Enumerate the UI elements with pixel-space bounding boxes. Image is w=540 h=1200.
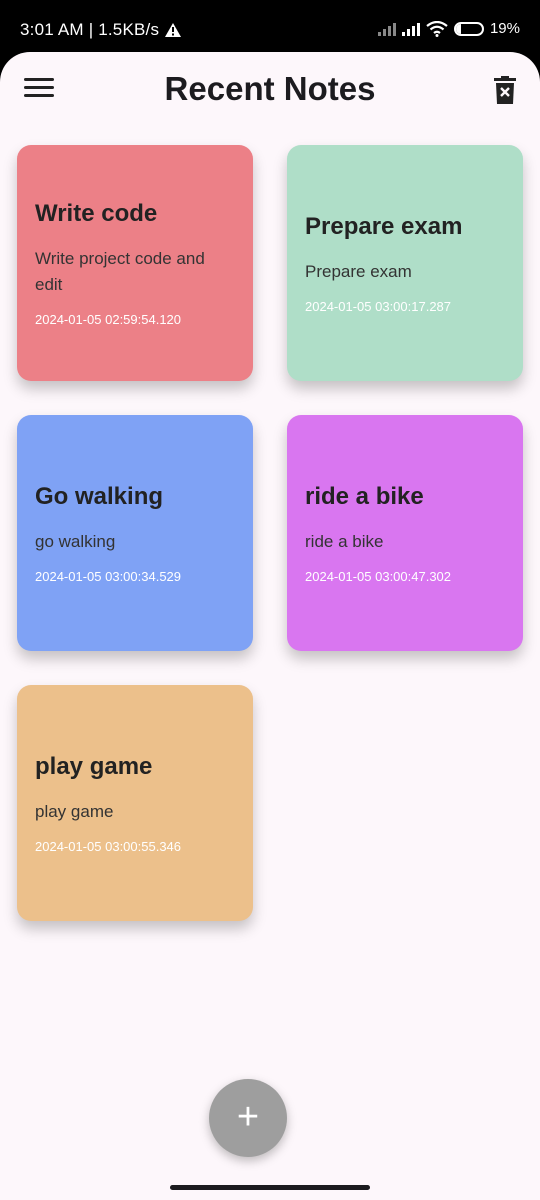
note-title: Go walking: [35, 482, 164, 510]
trash-icon[interactable]: [494, 76, 516, 104]
note-body: ride a bike: [305, 531, 384, 551]
signal-strength-icon-2: [401, 22, 420, 36]
note-timestamp: 2024-01-05 03:00:34.529: [35, 568, 182, 584]
note-timestamp: 2024-01-05 03:00:55.346: [35, 838, 182, 854]
add-note-button[interactable]: +: [209, 1079, 287, 1157]
note-card-prepare-exam[interactable]: Prepare exam Prepare exam 2024-01-05 03:…: [287, 145, 523, 381]
note-timestamp: 2024-01-05 03:00:47.302: [305, 568, 452, 584]
note-timestamp: 2024-01-05 03:00:17.287: [305, 298, 452, 314]
battery-percent: 19%: [489, 20, 520, 37]
note-timestamp: 2024-01-05 02:59:54.120: [35, 311, 182, 327]
note-body: go walking: [35, 531, 116, 551]
status-bar: 3:01 AM | 1.5KB/s 19%: [0, 0, 540, 52]
note-body: Prepare exam: [305, 261, 412, 281]
battery-icon: [453, 21, 484, 36]
home-indicator: [170, 1185, 370, 1190]
page-title: Recent Notes: [164, 70, 376, 107]
note-body: play game: [35, 801, 114, 821]
status-time-speed: 3:01 AM | 1.5KB/s: [20, 20, 160, 39]
note-card-ride-a-bike[interactable]: ride a bike ride a bike 2024-01-05 03:00…: [287, 415, 523, 651]
top-app-bar: Recent Notes: [0, 52, 540, 128]
status-left: 3:01 AM | 1.5KB/s: [20, 20, 182, 40]
note-card-play-game[interactable]: play game play game 2024-01-05 03:00:55.…: [17, 685, 253, 921]
note-card-go-walking[interactable]: Go walking go walking 2024-01-05 03:00:3…: [17, 415, 253, 651]
plus-icon: +: [236, 1096, 260, 1138]
battery-fill: [455, 23, 461, 34]
app-surface: Recent Notes Write code Write project co…: [0, 52, 540, 1200]
warning-triangle-icon: [165, 23, 182, 37]
signal-strength-icon-1: [377, 22, 396, 36]
note-title: play game: [35, 752, 153, 780]
status-right: 19%: [377, 20, 520, 37]
note-card-write-code[interactable]: Write code Write project code and edit 2…: [17, 145, 253, 381]
wifi-icon: [426, 20, 448, 37]
note-title: ride a bike: [305, 482, 424, 510]
note-body: Write project code and edit: [35, 248, 205, 294]
note-title: Prepare exam: [305, 212, 463, 240]
note-title: Write code: [35, 199, 158, 227]
